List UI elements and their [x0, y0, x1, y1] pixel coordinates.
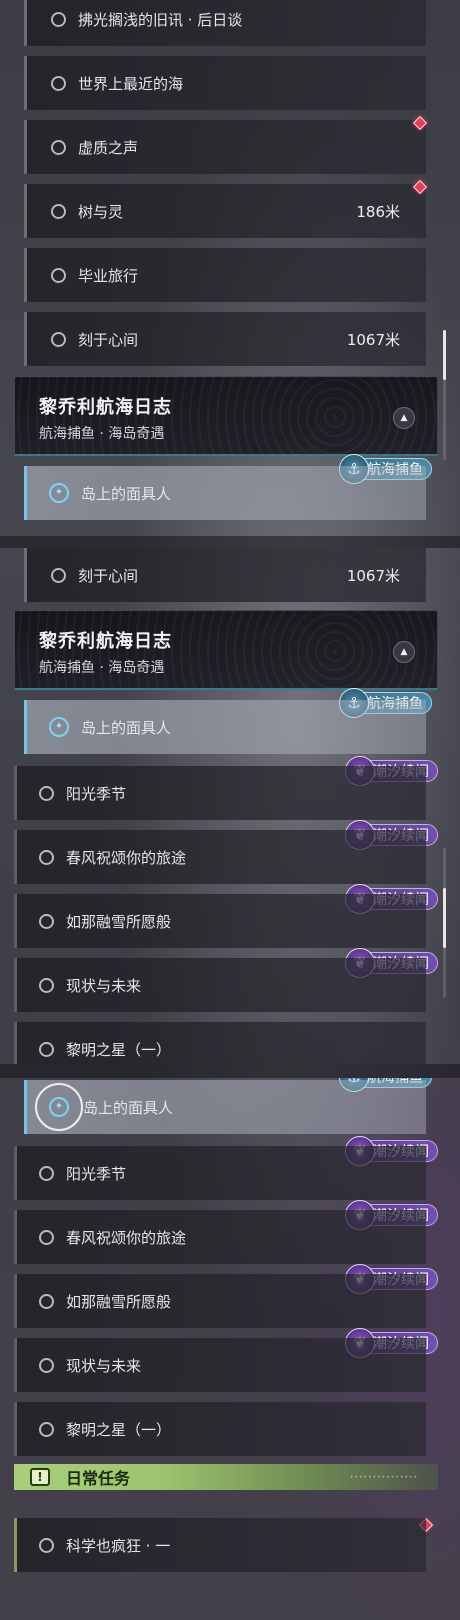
quest-row[interactable]: 如那融雪所愿般	[14, 1274, 426, 1328]
quest-label: 刻于心间	[78, 566, 139, 585]
quest-row[interactable]: 春风祝颂你的旅途	[14, 1210, 426, 1264]
quest-label: 虚质之声	[78, 138, 139, 157]
quest-label: 拂光搁浅的旧讯 · 后日谈	[78, 10, 243, 29]
quest-row[interactable]: 树与灵 186米	[24, 184, 426, 238]
circle-outline-icon	[51, 75, 66, 91]
quest-row[interactable]: 刻于心间 1067米	[24, 312, 426, 366]
quest-label: 黎明之星（一）	[66, 1040, 172, 1059]
quest-label: 树与灵	[78, 202, 124, 221]
group-subtitle: 航海捕鱼 · 海岛奇遇	[39, 660, 165, 676]
quest-distance: 1067米	[346, 330, 400, 349]
quest-label: 岛上的面具人	[81, 484, 172, 503]
quest-label: 世界上最近的海	[78, 74, 184, 93]
daily-tasks-label: 日常任务	[66, 1469, 131, 1488]
quest-row[interactable]: 世界上最近的海	[24, 56, 426, 110]
circle-outline-icon	[51, 567, 66, 583]
quest-row[interactable]: 虚质之声	[24, 120, 426, 174]
quest-group-header[interactable]: 黎乔利航海日志 航海捕鱼 · 海岛奇遇 ▲	[14, 376, 438, 456]
circle-outline-icon	[39, 849, 54, 865]
circle-outline-icon	[51, 11, 66, 27]
quest-distance: 1067米	[346, 566, 400, 585]
quest-label: 岛上的面具人	[81, 718, 172, 737]
circle-outline-icon	[39, 785, 54, 801]
circle-outline-icon	[39, 1537, 54, 1553]
panel-divider	[0, 536, 460, 548]
quest-label: 刻于心间	[78, 330, 139, 349]
circle-outline-icon	[51, 139, 66, 155]
quest-row[interactable]: 阳光季节	[14, 1146, 426, 1200]
exclamation-icon: !	[30, 1468, 50, 1486]
quest-label: 如那融雪所愿般	[66, 912, 172, 931]
daily-tasks-header[interactable]: ! 日常任务 •••••••••••••••	[14, 1464, 438, 1490]
quest-panel-2: 刻于心间 1067米 黎乔利航海日志 航海捕鱼 · 海岛奇遇 ▲ ⚓ 航海捕鱼 …	[0, 548, 460, 1064]
circle-outline-icon	[39, 977, 54, 993]
compass-focus-ring[interactable]: ✦	[35, 1083, 83, 1131]
quest-row[interactable]: 阳光季节	[14, 766, 426, 820]
quest-label: 阳光季节	[66, 1164, 127, 1183]
circle-outline-icon	[39, 1421, 54, 1437]
scrollbar-thumb[interactable]	[443, 330, 446, 380]
quest-label: 岛上的面具人	[83, 1098, 174, 1117]
quest-row[interactable]: 春风祝颂你的旅途	[14, 830, 426, 884]
quest-distance: 186米	[356, 202, 400, 221]
tracked-quest-row[interactable]: ✦ 岛上的面具人	[24, 700, 426, 754]
quest-row[interactable]: 如那融雪所愿般	[14, 894, 426, 948]
quest-label: 现状与未来	[66, 1356, 142, 1375]
circle-outline-icon	[39, 1293, 54, 1309]
compass-icon: ✦	[49, 483, 69, 503]
compass-icon: ✦	[49, 1097, 69, 1117]
triangle-up-icon[interactable]: ▲	[393, 407, 415, 429]
quest-row[interactable]: 刻于心间 1067米	[24, 548, 426, 602]
circle-outline-icon	[39, 913, 54, 929]
circle-outline-icon	[39, 1041, 54, 1057]
quest-label: 毕业旅行	[78, 266, 139, 285]
compass-icon: ✦	[49, 717, 69, 737]
circle-outline-icon	[51, 331, 66, 347]
quest-label: 春风祝颂你的旅途	[66, 848, 187, 867]
quest-panel-3: ⚓ 航海捕鱼 ✦ 岛上的面具人 ❦ 潮汐续闻 阳光季节 ❦ 潮汐续闻 春风祝颂你…	[0, 1078, 460, 1620]
tracked-quest-row[interactable]: ✦ 岛上的面具人	[24, 466, 426, 520]
quest-panel-1: 拂光搁浅的旧讯 · 后日谈 世界上最近的海 虚质之声 树与灵 186米 毕业旅行…	[0, 0, 460, 536]
quest-label: 科学也疯狂 · 一	[66, 1536, 171, 1555]
daily-quest-row[interactable]: 科学也疯狂 · 一	[14, 1518, 426, 1572]
scrollbar[interactable]	[443, 330, 446, 460]
group-title: 黎乔利航海日志	[39, 631, 172, 652]
circle-outline-icon	[39, 1229, 54, 1245]
quest-row[interactable]: 现状与未来	[14, 958, 426, 1012]
quest-label: 如那融雪所愿般	[66, 1292, 172, 1311]
circle-outline-icon	[51, 267, 66, 283]
decorative-dots: •••••••••••••••	[349, 1473, 418, 1481]
group-title: 黎乔利航海日志	[39, 397, 172, 418]
scrollbar[interactable]	[443, 848, 446, 998]
quest-row[interactable]: 黎明之星（一）	[14, 1402, 426, 1456]
quest-row[interactable]: 毕业旅行	[24, 248, 426, 302]
quest-group-header[interactable]: 黎乔利航海日志 航海捕鱼 · 海岛奇遇 ▲	[14, 610, 438, 690]
circle-outline-icon	[39, 1165, 54, 1181]
quest-label: 阳光季节	[66, 784, 127, 803]
scrollbar-thumb[interactable]	[443, 888, 446, 948]
triangle-up-icon[interactable]: ▲	[393, 641, 415, 663]
group-subtitle: 航海捕鱼 · 海岛奇遇	[39, 426, 165, 442]
tracked-quest-row[interactable]: ✦ 岛上的面具人	[24, 1080, 426, 1134]
circle-outline-icon	[51, 203, 66, 219]
quest-row[interactable]: 现状与未来	[14, 1338, 426, 1392]
quest-label: 春风祝颂你的旅途	[66, 1228, 187, 1247]
quest-row[interactable]: 拂光搁浅的旧讯 · 后日谈	[24, 0, 426, 46]
panel-divider	[0, 1064, 460, 1078]
circle-outline-icon	[39, 1357, 54, 1373]
quest-row[interactable]: 黎明之星（一）	[14, 1022, 426, 1064]
quest-label: 现状与未来	[66, 976, 142, 995]
quest-label: 黎明之星（一）	[66, 1420, 172, 1439]
